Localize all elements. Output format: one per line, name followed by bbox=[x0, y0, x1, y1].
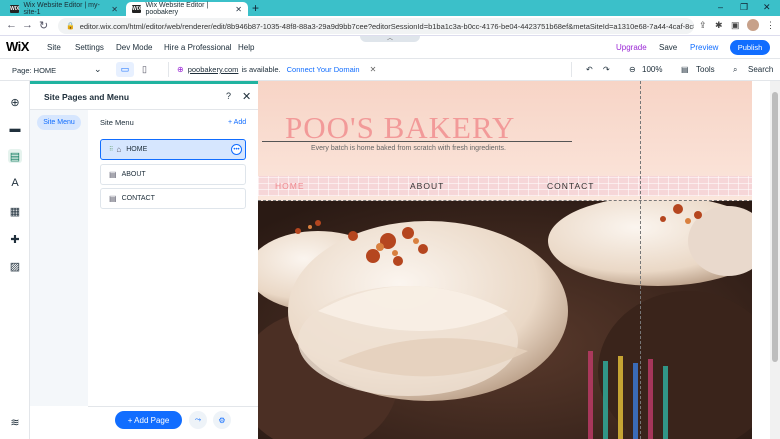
tools-button[interactable]: Tools bbox=[696, 65, 715, 74]
site-nav-home[interactable]: HOME bbox=[275, 181, 305, 191]
forward-icon[interactable]: → bbox=[22, 19, 33, 31]
chevron-down-icon[interactable]: ⌄ bbox=[94, 64, 102, 75]
url-field[interactable]: 🔒 editor.wix.com/html/editor/web/rendere… bbox=[58, 18, 694, 34]
redo-icon[interactable]: ↷ bbox=[603, 65, 610, 74]
collapse-topbar-icon[interactable]: ︿ bbox=[360, 36, 420, 42]
lock-icon: 🔒 bbox=[66, 23, 75, 30]
transitions-icon[interactable]: ⤳ bbox=[189, 411, 207, 429]
close-icon[interactable]: ✕ bbox=[370, 65, 377, 74]
menu-site[interactable]: Site bbox=[47, 43, 61, 52]
zoom-icon[interactable]: ⊖ bbox=[629, 65, 636, 74]
page-selector[interactable]: Page: HOME bbox=[12, 66, 56, 75]
mobile-view-icon[interactable]: ▯ bbox=[142, 64, 147, 75]
title-divider bbox=[262, 141, 572, 142]
page-icon: ▤ bbox=[109, 194, 117, 203]
page-item-label: CONTACT bbox=[121, 195, 155, 202]
upgrade-button[interactable]: Upgrade bbox=[616, 43, 647, 52]
media-icon[interactable]: ▨ bbox=[8, 259, 22, 273]
new-tab-button[interactable]: + bbox=[252, 1, 259, 15]
preview-button[interactable]: Preview bbox=[690, 43, 718, 52]
avatar[interactable] bbox=[747, 19, 759, 31]
close-tab-icon[interactable]: ✕ bbox=[235, 5, 242, 14]
add-menu-item-button[interactable]: + Add bbox=[228, 119, 246, 126]
tab-title: Wix Website Editor | my-site-1 bbox=[23, 2, 100, 16]
business-icon[interactable]: ✚ bbox=[8, 232, 22, 246]
maximize-button[interactable]: ❐ bbox=[740, 2, 748, 13]
menu-hire-professional[interactable]: Hire a Professional bbox=[164, 43, 232, 52]
drag-handle-icon[interactable]: ⠿ bbox=[109, 146, 113, 153]
layers-icon[interactable]: ≋ bbox=[8, 415, 22, 429]
more-actions-icon[interactable]: ••• bbox=[231, 144, 242, 155]
wix-favicon-icon: WIX bbox=[132, 5, 142, 13]
site-tagline[interactable]: Every batch is home baked from scratch w… bbox=[311, 145, 506, 152]
share-icon[interactable]: ⇪ bbox=[699, 20, 707, 31]
wix-favicon-icon: WIX bbox=[10, 5, 20, 13]
sidebar-icon[interactable]: ▣ bbox=[731, 20, 740, 31]
panel-title: Site Pages and Menu bbox=[44, 92, 130, 102]
theme-icon[interactable]: A bbox=[8, 176, 22, 190]
url-text: editor.wix.com/html/editor/web/renderer/… bbox=[79, 21, 694, 31]
close-tab-icon[interactable]: ✕ bbox=[111, 5, 118, 14]
extensions-icon[interactable]: ✱ bbox=[715, 20, 723, 31]
page-item-label: HOME bbox=[126, 146, 148, 153]
add-section-icon[interactable]: ▬ bbox=[8, 122, 22, 136]
page-item-label: ABOUT bbox=[121, 171, 146, 178]
add-elements-icon[interactable]: ⊕ bbox=[8, 95, 22, 109]
publish-button[interactable]: Publish bbox=[730, 40, 770, 55]
search-icon[interactable]: ⌕ bbox=[733, 65, 737, 75]
tools-icon[interactable]: ▤ bbox=[681, 65, 689, 74]
back-icon[interactable]: ← bbox=[6, 19, 17, 31]
undo-icon[interactable]: ↶ bbox=[586, 65, 593, 74]
apps-icon[interactable]: ▦ bbox=[8, 204, 22, 218]
add-page-button[interactable]: + Add Page bbox=[115, 411, 182, 429]
page-icon: ▤ bbox=[109, 170, 117, 179]
home-icon: ⌂ bbox=[116, 145, 122, 154]
globe-icon: ⊕ bbox=[177, 65, 184, 74]
canvas-margin bbox=[752, 81, 770, 439]
more-icon[interactable]: ⋮ bbox=[766, 20, 775, 31]
minimize-button[interactable]: – bbox=[718, 2, 723, 12]
scrollbar-thumb[interactable] bbox=[772, 92, 778, 362]
page-item-home[interactable]: ⠿ ⌂ HOME bbox=[100, 139, 246, 160]
menu-settings[interactable]: Settings bbox=[75, 43, 104, 52]
menu-heading: Site Menu bbox=[100, 118, 134, 127]
browser-tab-poobakery[interactable]: WIX Wix Website Editor | poobakery ✕ bbox=[126, 2, 248, 16]
site-nav-contact[interactable]: CONTACT bbox=[547, 181, 594, 191]
domain-name[interactable]: poobakery.com bbox=[188, 65, 239, 74]
reload-icon[interactable]: ↻ bbox=[39, 19, 48, 32]
domain-banner: ⊕ poobakery.com is available. Connect Yo… bbox=[168, 62, 572, 77]
hero-cupcake-image[interactable] bbox=[258, 201, 752, 439]
help-icon[interactable]: ? bbox=[226, 91, 231, 101]
section-guide-vertical bbox=[640, 81, 641, 439]
close-window-button[interactable]: ✕ bbox=[763, 2, 771, 13]
site-menu-tab[interactable]: Site Menu bbox=[37, 115, 81, 130]
zoom-level[interactable]: 100% bbox=[642, 65, 662, 74]
page-item-contact[interactable]: ▤ CONTACT bbox=[100, 188, 246, 209]
close-panel-icon[interactable]: ✕ bbox=[242, 90, 251, 103]
site-nav-about[interactable]: ABOUT bbox=[410, 181, 444, 191]
menu-help[interactable]: Help bbox=[238, 43, 254, 52]
section-guide-horizontal bbox=[258, 200, 752, 201]
browser-tab-my-site[interactable]: WIX Wix Website Editor | my-site-1 ✕ bbox=[4, 2, 124, 16]
page-settings-icon[interactable]: ⚙ bbox=[213, 411, 231, 429]
panel-side-nav bbox=[30, 110, 88, 406]
desktop-view-icon[interactable]: ▭ bbox=[116, 62, 134, 77]
wix-logo[interactable]: WiX bbox=[6, 39, 29, 54]
pages-icon[interactable]: ▤ bbox=[8, 149, 22, 163]
search-button[interactable]: Search bbox=[748, 65, 773, 74]
menu-dev-mode[interactable]: Dev Mode bbox=[116, 43, 152, 52]
site-nav-bar[interactable] bbox=[258, 176, 752, 196]
save-button[interactable]: Save bbox=[659, 43, 677, 52]
tab-title: Wix Website Editor | poobakery bbox=[145, 2, 209, 16]
page-item-about[interactable]: ▤ ABOUT bbox=[100, 164, 246, 185]
connect-domain-link[interactable]: Connect Your Domain bbox=[287, 65, 360, 74]
domain-status: is available. bbox=[241, 65, 281, 74]
